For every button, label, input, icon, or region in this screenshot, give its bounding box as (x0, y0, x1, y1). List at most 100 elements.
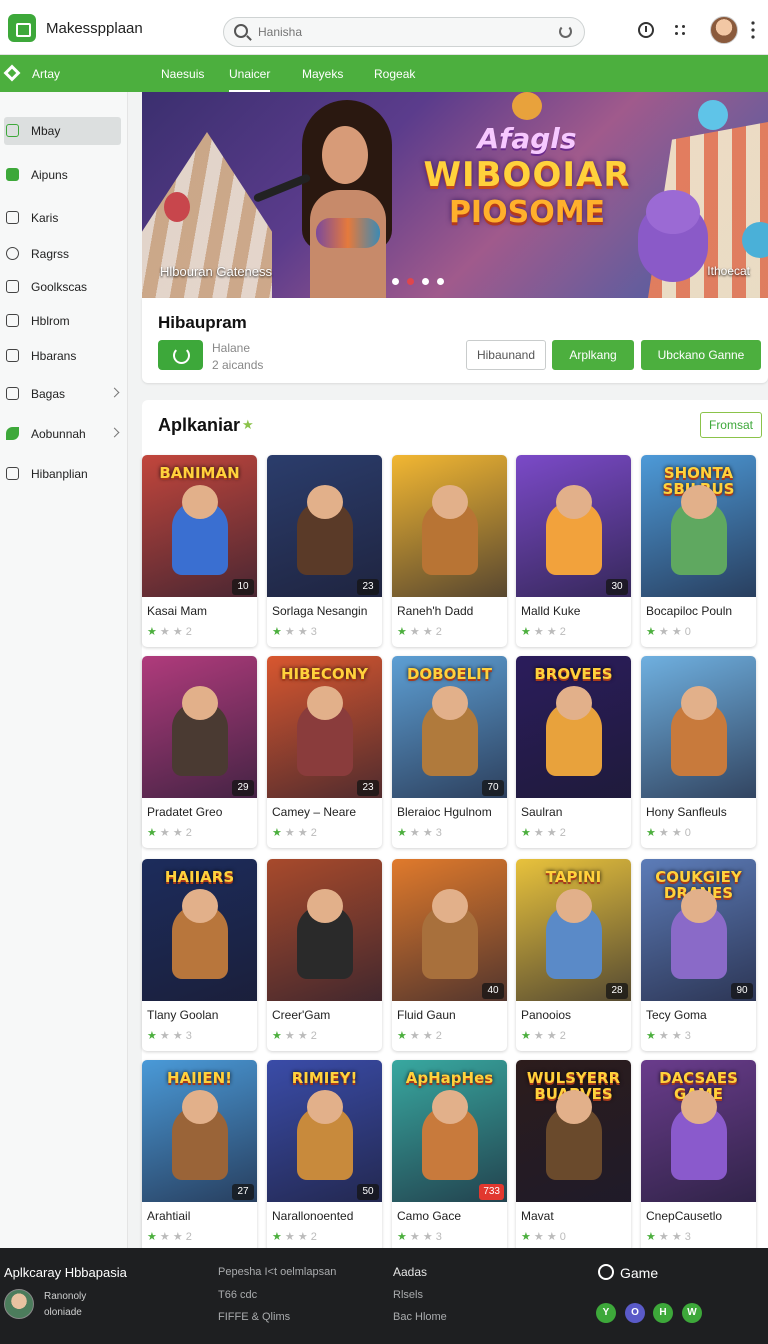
carousel-dot[interactable] (392, 278, 399, 285)
sidebar-item-mbay[interactable]: Mbay (4, 117, 121, 145)
tab-naesuis[interactable]: Naesuis (161, 67, 204, 81)
nav-label[interactable]: Artay (32, 67, 60, 81)
footer-link[interactable]: Pepesha I<t oelmlapsan (218, 1266, 336, 1278)
featured-app-icon[interactable] (158, 340, 203, 370)
game-card[interactable]: HIBECONY 23 Camey – Neare ★ ★ ★ 2 (267, 656, 382, 848)
game-thumbnail[interactable]: HAIIEN! (142, 1060, 257, 1202)
rating-count: 2 (185, 626, 192, 638)
game-card[interactable]: HAIIEN! 27 Arahtiail ★ ★ ★ 2 (142, 1060, 257, 1252)
tab-mayeks[interactable]: Mayeks (302, 67, 343, 81)
game-card[interactable]: COUKGIEY DRANES90 Tecy Goma ★ ★ ★ 3 (641, 859, 756, 1051)
game-thumbnail[interactable] (516, 455, 631, 597)
sidebar-item-hblrom[interactable]: Hblrom (0, 307, 128, 335)
card-badge: 90 (731, 983, 753, 999)
game-card[interactable]: BROVEES Saulran ★ ★ ★ 2 (516, 656, 631, 848)
social-icon[interactable]: H (653, 1303, 673, 1323)
search-input[interactable] (258, 23, 548, 41)
secondary-button[interactable]: Ubckano Ganne (641, 340, 761, 370)
game-title: Arahtiail (147, 1209, 191, 1223)
game-card[interactable]: 30 Malld Kuke ★ ★ ★ 2 (516, 455, 631, 647)
card-badge: 40 (482, 983, 504, 999)
game-card[interactable]: HAIIARS Tlany Goolan ★ ★ ★ 3 (142, 859, 257, 1051)
game-thumbnail[interactable]: WULSYERR BUABVES (516, 1060, 631, 1202)
social-icon[interactable]: Y (596, 1303, 616, 1323)
carousel-dot[interactable] (422, 278, 429, 285)
footer-link[interactable]: Bac Hlome (393, 1311, 447, 1323)
sidebar-item-bagas[interactable]: Bagas (0, 380, 128, 408)
sidebar-item-label: Hibanplian (31, 467, 88, 481)
game-card[interactable]: Raneh'h Dadd ★ ★ ★ 2 (392, 455, 507, 647)
game-card[interactable]: DOBOELIT 70 Bleraioc Hgulnom ★ ★ ★ 3 (392, 656, 507, 848)
social-icon[interactable]: W (682, 1303, 702, 1323)
outline-button[interactable]: Hibaunand (466, 340, 546, 370)
sidebar-item-karis[interactable]: Karis (0, 204, 128, 232)
thumbnail-art-text: DOBOELIT (406, 665, 492, 683)
game-thumbnail[interactable]: BROVEES (516, 656, 631, 798)
app-logo-icon[interactable] (8, 14, 36, 42)
sidebar-item-aipuns[interactable]: Aipuns (0, 161, 128, 189)
game-card[interactable]: TAPINI 28 Panooios ★ ★ ★ 2 (516, 859, 631, 1051)
game-thumbnail[interactable]: BANIMAN (142, 455, 257, 597)
game-card[interactable]: RIMIEY! 50 Narallonoented ★ ★ ★ 2 (267, 1060, 382, 1252)
game-thumbnail[interactable]: ApHapHes (392, 1060, 507, 1202)
carousel-dot-active[interactable] (407, 278, 414, 285)
game-card[interactable]: 23 Sorlaga Nesangin ★ ★ ★ 3 (267, 455, 382, 647)
rating-count: 2 (559, 626, 566, 638)
apps-grid-icon[interactable] (675, 25, 687, 37)
tab-rogeak[interactable]: Rogeak (374, 67, 415, 81)
hero-banner[interactable]: Afagls WIBOOIAR PIOSOME Hlbouran Gatenes… (142, 92, 768, 298)
section-action-button[interactable]: Fromsat (700, 412, 762, 438)
sidebar-item-ragrss[interactable]: Ragrss (0, 240, 128, 268)
game-card[interactable]: 40 Fluid Gaun ★ ★ ★ 2 (392, 859, 507, 1051)
game-thumbnail[interactable] (392, 455, 507, 597)
brand-name[interactable]: Makesspplaan (46, 20, 143, 37)
star-icon: ★ (242, 417, 254, 432)
game-card[interactable]: Hony Sanfleuls ★ ★ ★ 0 (641, 656, 756, 848)
sidebar-item-aobunnah[interactable]: Aobunnah (0, 420, 128, 448)
game-card[interactable]: 29 Pradatet Greo ★ ★ ★ 2 (142, 656, 257, 848)
clock-icon[interactable] (638, 22, 654, 38)
game-thumbnail[interactable] (641, 656, 756, 798)
game-thumbnail[interactable] (267, 455, 382, 597)
game-thumbnail[interactable]: HIBECONY (267, 656, 382, 798)
game-card[interactable]: SHONTA SBILRUS Bocapiloc Pouln ★ ★ ★ 0 (641, 455, 756, 647)
primary-button[interactable]: Arplkang (552, 340, 634, 370)
refresh-icon[interactable] (559, 25, 572, 38)
footer-avatar[interactable] (4, 1289, 34, 1319)
rating-stars: ★ ★ ★ 3 (397, 827, 442, 839)
game-card[interactable]: DACSAES GAME CnepCausetlo ★ ★ ★ 3 (641, 1060, 756, 1252)
footer-link[interactable]: T66 cdc (218, 1289, 257, 1301)
search-box[interactable] (223, 17, 585, 47)
game-thumbnail[interactable]: COUKGIEY DRANES (641, 859, 756, 1001)
footer-link[interactable]: FIFFE & Qlims (218, 1311, 290, 1323)
section-title: Aplkaniar (158, 415, 241, 435)
footer-game-label[interactable]: Game (620, 1265, 658, 1281)
rating-stars: ★ ★ ★ 2 (147, 1231, 192, 1243)
game-thumbnail[interactable] (142, 656, 257, 798)
tab-unaicer[interactable]: Unaicer (229, 67, 271, 93)
more-menu-icon[interactable] (748, 20, 758, 40)
game-thumbnail[interactable]: DOBOELIT (392, 656, 507, 798)
social-icon[interactable]: O (625, 1303, 645, 1323)
game-thumbnail[interactable]: SHONTA SBILRUS (641, 455, 756, 597)
sidebar-item-goolkscas[interactable]: Goolkscas (0, 273, 128, 301)
card-badge: 50 (357, 1184, 379, 1200)
user-avatar[interactable] (710, 16, 738, 44)
game-title: Narallonoented (272, 1209, 354, 1223)
sidebar-item-label: Aobunnah (31, 427, 86, 441)
game-thumbnail[interactable] (267, 859, 382, 1001)
game-card[interactable]: Creer'Gam ★ ★ ★ 2 (267, 859, 382, 1051)
sidebar-item-hibanplian[interactable]: Hibanplian (0, 460, 128, 488)
game-thumbnail[interactable]: DACSAES GAME (641, 1060, 756, 1202)
game-thumbnail[interactable]: HAIIARS (142, 859, 257, 1001)
character-head (432, 889, 468, 923)
sidebar-item-hbarans[interactable]: Hbarans (0, 342, 128, 370)
game-card[interactable]: WULSYERR BUABVES Mavat ★ ★ ★ 0 (516, 1060, 631, 1252)
game-thumbnail[interactable]: TAPINI (516, 859, 631, 1001)
game-card[interactable]: ApHapHes 733 Camo Gace ★ ★ ★ 3 (392, 1060, 507, 1252)
footer-link[interactable]: Rlsels (393, 1289, 423, 1301)
game-thumbnail[interactable]: RIMIEY! (267, 1060, 382, 1202)
game-thumbnail[interactable] (392, 859, 507, 1001)
game-card[interactable]: BANIMAN 10 Kasai Mam ★ ★ ★ 2 (142, 455, 257, 647)
carousel-dot[interactable] (437, 278, 444, 285)
